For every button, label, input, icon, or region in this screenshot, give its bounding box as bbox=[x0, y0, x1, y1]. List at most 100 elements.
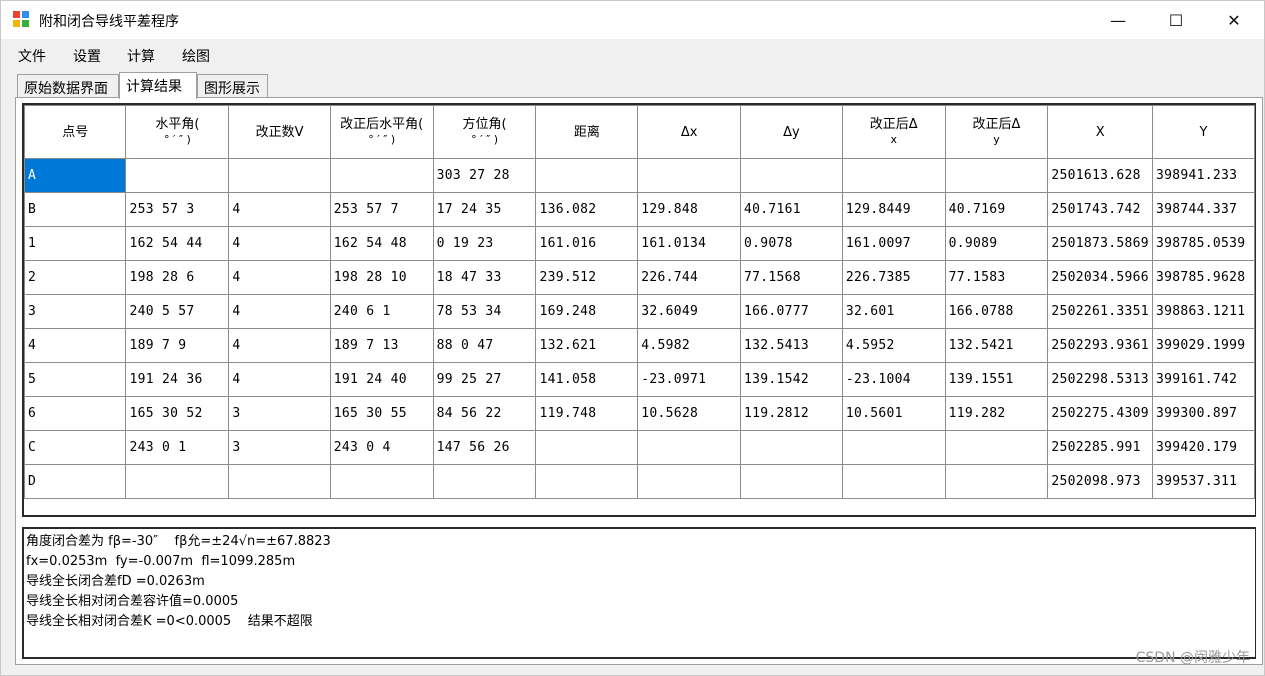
table-cell[interactable]: 399161.742 bbox=[1151, 362, 1255, 397]
table-row[interactable]: 2 198 28 6 4 198 28 10 18 47 33 239.512 226.74… bbox=[24, 260, 1255, 295]
table-cell[interactable] bbox=[125, 464, 230, 499]
table-cell[interactable] bbox=[228, 158, 331, 193]
table-cell[interactable]: 84 56 22 bbox=[432, 396, 537, 431]
table-cell[interactable] bbox=[637, 464, 742, 499]
table-cell[interactable]: 166.0777 bbox=[740, 294, 843, 329]
table-cell[interactable]: 6 bbox=[24, 396, 127, 431]
table-cell[interactable]: 2502293.9361 bbox=[1047, 328, 1153, 363]
table-cell[interactable] bbox=[535, 464, 639, 499]
table-cell[interactable]: 198 28 6 bbox=[125, 260, 230, 295]
table-cell[interactable] bbox=[740, 158, 843, 193]
table-row[interactable]: 4 189 7 9 4 189 7 13 88 0 47 132.621 4.5982 132… bbox=[24, 328, 1255, 363]
table-cell[interactable]: 240 6 1 bbox=[329, 294, 434, 329]
table-cell[interactable]: 161.0134 bbox=[637, 226, 742, 261]
table-cell[interactable]: 17 24 35 bbox=[432, 192, 537, 227]
table-cell[interactable]: D bbox=[24, 464, 127, 499]
close-button[interactable]: ✕ bbox=[1205, 1, 1263, 39]
results-textbox[interactable]: 角度闭合差为 fβ=-30″ fβ允=±24√n=±67.8823 fx=0.0… bbox=[22, 527, 1256, 659]
menu-settings[interactable]: 设置 bbox=[73, 46, 101, 66]
table-cell[interactable]: 253 57 7 bbox=[329, 192, 434, 227]
table-cell[interactable]: 10.5601 bbox=[841, 396, 946, 431]
table-cell[interactable] bbox=[841, 158, 946, 193]
table-cell[interactable]: 132.5421 bbox=[944, 328, 1049, 363]
table-cell[interactable] bbox=[432, 464, 537, 499]
column-header[interactable]: 改正数V bbox=[228, 105, 331, 159]
table-cell[interactable]: 4 bbox=[228, 328, 331, 363]
table-row[interactable]: B 253 57 3 4 253 57 7 17 24 35 136.082 129.848… bbox=[24, 192, 1255, 227]
column-header[interactable]: 改正后Δ x bbox=[841, 105, 946, 159]
column-header[interactable]: 水平角(° ′ ″ ) bbox=[125, 105, 230, 159]
table-cell[interactable]: 99 25 27 bbox=[432, 362, 537, 397]
table-cell[interactable]: 2501613.628 bbox=[1047, 158, 1153, 193]
column-header[interactable]: 距离 bbox=[535, 105, 639, 159]
table-cell[interactable] bbox=[944, 158, 1049, 193]
table-cell[interactable] bbox=[637, 430, 742, 465]
table-cell[interactable]: 32.6049 bbox=[637, 294, 742, 329]
table-cell[interactable]: 169.248 bbox=[535, 294, 639, 329]
table-cell[interactable] bbox=[841, 464, 946, 499]
column-header[interactable]: 改正后水平角(° ′ ″ ) bbox=[329, 105, 434, 159]
table-cell[interactable]: 139.1551 bbox=[944, 362, 1049, 397]
table-cell[interactable]: 399300.897 bbox=[1151, 396, 1255, 431]
table-cell[interactable]: 303 27 28 bbox=[432, 158, 537, 193]
table-cell[interactable]: 132.621 bbox=[535, 328, 639, 363]
table-row[interactable]: 5 191 24 36 4 191 24 40 99 25 27 141.058 -23.0… bbox=[24, 362, 1255, 397]
table-cell[interactable]: 253 57 3 bbox=[125, 192, 230, 227]
table-cell[interactable]: 10.5628 bbox=[637, 396, 742, 431]
table-cell[interactable]: 239.512 bbox=[535, 260, 639, 295]
table-cell[interactable]: 32.601 bbox=[841, 294, 946, 329]
table-cell[interactable]: 119.282 bbox=[944, 396, 1049, 431]
table-cell[interactable]: 0.9089 bbox=[944, 226, 1049, 261]
table-cell[interactable]: -23.0971 bbox=[637, 362, 742, 397]
table-cell[interactable]: 2502275.4309 bbox=[1047, 396, 1153, 431]
table-cell[interactable]: 139.1542 bbox=[740, 362, 843, 397]
table-cell[interactable]: 399420.179 bbox=[1151, 430, 1255, 465]
table-cell[interactable]: 77.1583 bbox=[944, 260, 1049, 295]
maximize-button[interactable]: ☐ bbox=[1147, 1, 1205, 39]
column-header[interactable]: Y bbox=[1151, 105, 1255, 159]
table-cell[interactable]: 240 5 57 bbox=[125, 294, 230, 329]
column-header[interactable]: 改正后Δ y bbox=[944, 105, 1049, 159]
table-cell[interactable]: 119.748 bbox=[535, 396, 639, 431]
table-cell[interactable]: 399029.1999 bbox=[1151, 328, 1255, 363]
table-cell[interactable]: 2502285.991 bbox=[1047, 430, 1153, 465]
table-cell[interactable]: 4.5952 bbox=[841, 328, 946, 363]
table-cell[interactable]: 226.7385 bbox=[841, 260, 946, 295]
column-header[interactable]: 方位角(° ′ ″ ) bbox=[432, 105, 537, 159]
table-cell[interactable]: 4 bbox=[228, 226, 331, 261]
tab-raw-data[interactable]: 原始数据界面 bbox=[17, 74, 119, 98]
table-cell[interactable]: 3 bbox=[228, 430, 331, 465]
table-cell[interactable]: 2502098.973 bbox=[1047, 464, 1153, 499]
table-cell[interactable]: 2502261.3351 bbox=[1047, 294, 1153, 329]
table-cell[interactable]: 119.2812 bbox=[740, 396, 843, 431]
table-cell[interactable] bbox=[944, 430, 1049, 465]
table-cell[interactable]: 129.848 bbox=[637, 192, 742, 227]
table-cell[interactable]: A bbox=[24, 158, 127, 193]
table-cell[interactable] bbox=[329, 158, 434, 193]
table-cell[interactable]: 141.058 bbox=[535, 362, 639, 397]
table-cell[interactable]: 4 bbox=[228, 192, 331, 227]
table-row[interactable]: A 303 27 28 2501613.628 398941.233 bbox=[24, 158, 1255, 193]
table-cell[interactable]: 5 bbox=[24, 362, 127, 397]
table-cell[interactable]: B bbox=[24, 192, 127, 227]
table-cell[interactable]: 78 53 34 bbox=[432, 294, 537, 329]
table-cell[interactable]: 161.016 bbox=[535, 226, 639, 261]
table-cell[interactable] bbox=[228, 464, 331, 499]
column-header[interactable]: 点号 bbox=[24, 105, 127, 159]
menu-calculate[interactable]: 计算 bbox=[127, 46, 155, 66]
table-cell[interactable]: 0 19 23 bbox=[432, 226, 537, 261]
table-cell[interactable]: 243 0 4 bbox=[329, 430, 434, 465]
table-cell[interactable] bbox=[535, 430, 639, 465]
table-cell[interactable]: 4 bbox=[228, 362, 331, 397]
table-cell[interactable]: 2502034.5966 bbox=[1047, 260, 1153, 295]
table-cell[interactable]: 132.5413 bbox=[740, 328, 843, 363]
table-cell[interactable]: 2501873.5869 bbox=[1047, 226, 1153, 261]
table-row[interactable]: 6 165 30 52 3 165 30 55 84 56 22 119.748 10.56… bbox=[24, 396, 1255, 431]
table-cell[interactable]: 191 24 40 bbox=[329, 362, 434, 397]
table-cell[interactable] bbox=[944, 464, 1049, 499]
table-cell[interactable] bbox=[535, 158, 639, 193]
table-cell[interactable]: 2501743.742 bbox=[1047, 192, 1153, 227]
table-cell[interactable]: -23.1004 bbox=[841, 362, 946, 397]
table-cell[interactable]: 77.1568 bbox=[740, 260, 843, 295]
table-cell[interactable]: 189 7 9 bbox=[125, 328, 230, 363]
